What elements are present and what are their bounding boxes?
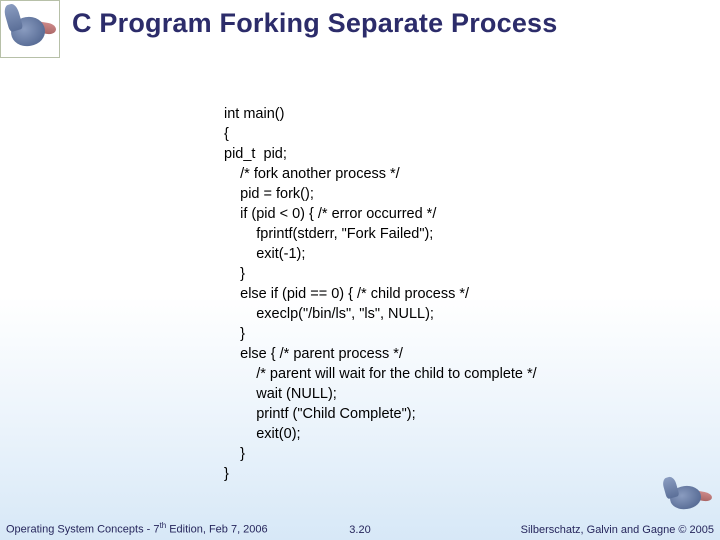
footer-right: Silberschatz, Galvin and Gagne © 2005 [521,524,714,536]
slide-title: C Program Forking Separate Process [72,8,710,39]
dinosaur-logo-top [0,0,60,58]
code-block: int main() { pid_t pid; /* fork another … [224,104,537,484]
footer: Operating System Concepts - 7th Edition,… [0,518,720,536]
dinosaur-logo-bottom [660,474,714,518]
